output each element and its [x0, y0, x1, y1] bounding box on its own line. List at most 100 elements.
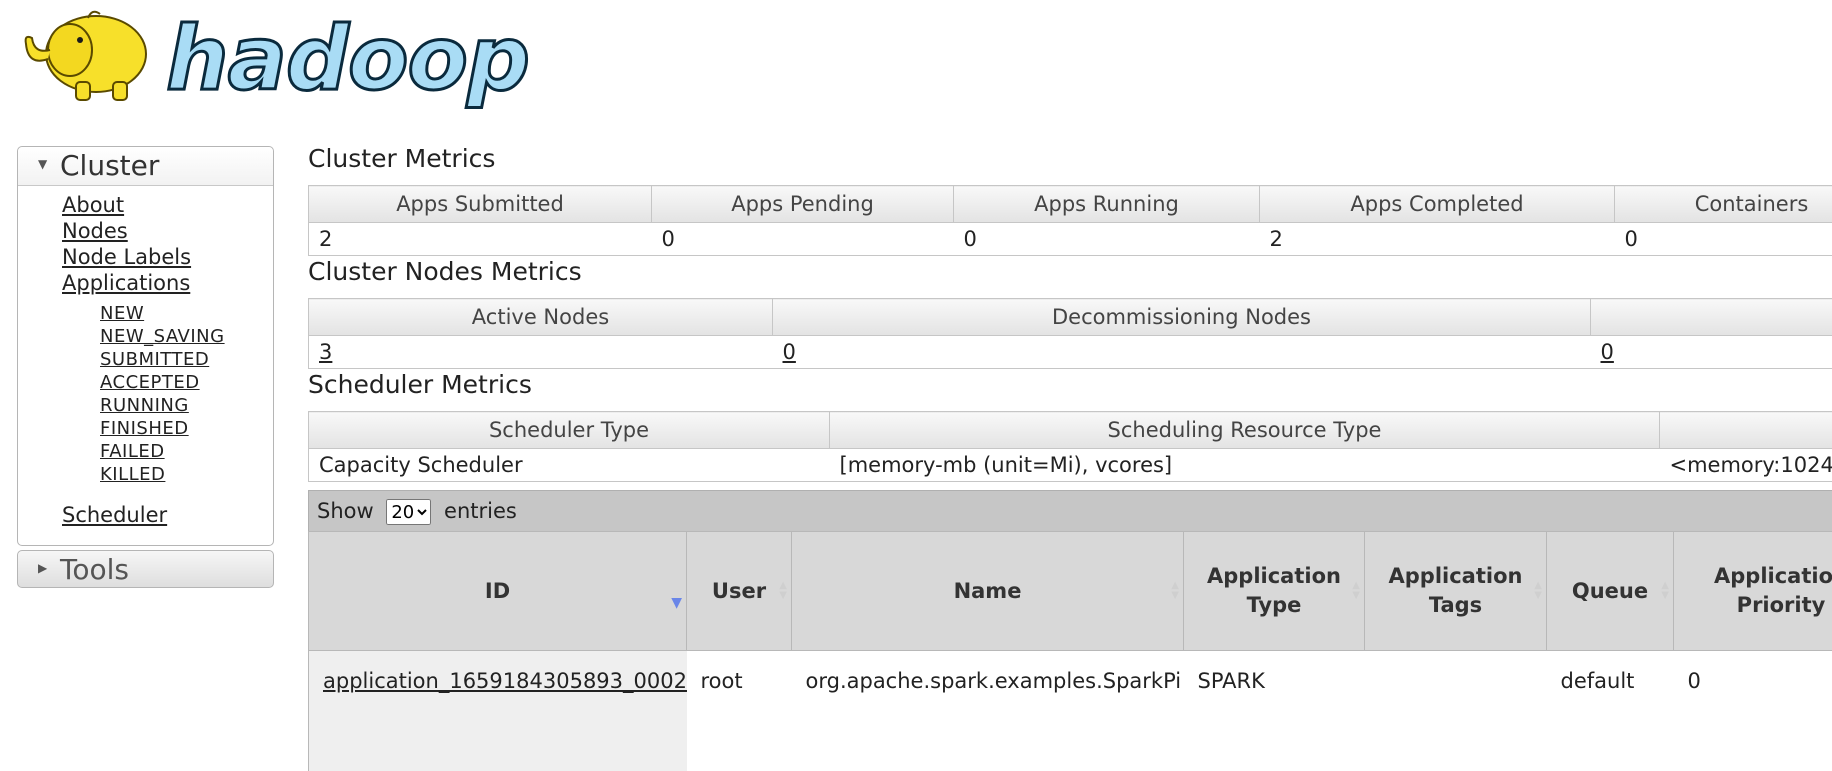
cell-id[interactable]: application_1659184305893_0002: [309, 651, 687, 712]
nav-state-failed-text[interactable]: FAILED: [100, 441, 165, 462]
column-header-name[interactable]: Name ▲▼: [792, 532, 1184, 651]
scheduler-metrics-title: Scheduler Metrics: [308, 370, 532, 399]
nav-link-about[interactable]: About: [62, 193, 124, 217]
nav-state-killed[interactable]: KILLED: [100, 464, 165, 485]
nav-state-new-saving-text[interactable]: NEW_SAVING: [100, 326, 225, 347]
column-name-label: Name: [954, 579, 1022, 603]
nav-link-scheduler-text[interactable]: Scheduler: [62, 503, 167, 527]
table-row-continuation: [309, 711, 1832, 771]
active-nodes-link[interactable]: 3: [319, 340, 332, 364]
entries-per-page-select[interactable]: 20: [386, 499, 431, 525]
cell-queue: default: [1547, 651, 1674, 712]
column-priority-label: Application Priority: [1714, 564, 1832, 617]
nodes-metrics-header-row: Active Nodes Decommissioning Nodes: [309, 299, 1832, 336]
nav-link-nodes[interactable]: Nodes: [62, 219, 128, 243]
nav-state-submitted[interactable]: SUBMITTED: [100, 349, 209, 370]
nav-link-nodes-text[interactable]: Nodes: [62, 219, 128, 243]
column-header-application-type[interactable]: Application Type ▲▼: [1184, 532, 1365, 651]
nav-state-new-text[interactable]: NEW: [100, 303, 144, 324]
sort-icon: ▲▼: [1352, 581, 1360, 601]
show-label: Show: [317, 499, 374, 523]
column-queue-label: Queue: [1572, 579, 1648, 603]
nav-link-applications[interactable]: Applications: [62, 271, 190, 295]
sort-icon: ▲▼: [1661, 581, 1669, 601]
cell-empty: [1547, 711, 1674, 771]
cell-type: SPARK: [1184, 651, 1365, 712]
nav-link-scheduler[interactable]: Scheduler: [62, 503, 167, 527]
value-active-nodes[interactable]: 3: [309, 336, 773, 369]
application-id-link[interactable]: application_1659184305893_0002: [323, 669, 687, 693]
nav-state-running[interactable]: RUNNING: [100, 395, 189, 416]
value-apps-completed: 2: [1260, 223, 1615, 256]
value-nodes-extra[interactable]: 0: [1591, 336, 1832, 369]
header-scheduler-type: Scheduler Type: [309, 412, 830, 449]
cluster-nav-header[interactable]: ▼Cluster: [18, 147, 273, 186]
elephant-icon: [18, 4, 168, 104]
nav-state-failed[interactable]: FAILED: [100, 441, 165, 462]
nav-state-submitted-text[interactable]: SUBMITTED: [100, 349, 209, 370]
nodes-extra-link[interactable]: 0: [1601, 340, 1614, 364]
entries-label: entries: [444, 499, 517, 523]
value-decommissioning-nodes[interactable]: 0: [773, 336, 1591, 369]
caret-right-icon: ▶: [38, 549, 60, 587]
value-apps-pending: 0: [652, 223, 954, 256]
header-apps-submitted: Apps Submitted: [309, 186, 652, 223]
cell-id-continuation: [309, 711, 687, 771]
nav-state-finished-text[interactable]: FINISHED: [100, 418, 189, 439]
value-apps-submitted: 2: [309, 223, 652, 256]
sort-icon: ▲▼: [1171, 581, 1179, 601]
table-row: application_1659184305893_0002 root org.…: [309, 651, 1832, 712]
column-header-user[interactable]: User▲▼: [687, 532, 792, 651]
column-header-application-priority[interactable]: Application Priority: [1674, 532, 1832, 651]
value-scheduling-resource-type: [memory-mb (unit=Mi), vcores]: [830, 449, 1660, 482]
cell-name: org.apache.spark.examples.SparkPi: [792, 651, 1184, 712]
cell-empty: [792, 711, 1184, 771]
cell-user: root: [687, 651, 792, 712]
value-apps-running: 0: [954, 223, 1260, 256]
sort-icon: ▲▼: [1534, 581, 1542, 601]
cell-tags: [1365, 651, 1547, 712]
cluster-metrics-table: Apps Submitted Apps Pending Apps Running…: [308, 185, 1832, 256]
column-user-label: User: [712, 579, 766, 603]
nav-state-running-text[interactable]: RUNNING: [100, 395, 189, 416]
value-containers: 0: [1615, 223, 1832, 256]
applications-header-row: ID▼ User▲▼ Name▲▼ Application Type▲▼ App…: [309, 532, 1832, 651]
scheduler-metrics-table: Scheduler Type Scheduling Resource Type …: [308, 411, 1832, 482]
nav-state-new-saving[interactable]: NEW_SAVING: [100, 326, 225, 347]
column-header-queue[interactable]: Queue ▲▼: [1547, 532, 1674, 651]
header-containers: Containers: [1615, 186, 1832, 223]
header-active-nodes: Active Nodes: [309, 299, 773, 336]
nav-state-accepted-text[interactable]: ACCEPTED: [100, 372, 200, 393]
header-nodes-extra: [1591, 299, 1832, 336]
nav-state-accepted[interactable]: ACCEPTED: [100, 372, 200, 393]
caret-down-icon: ▼: [38, 145, 60, 183]
nav-link-applications-text[interactable]: Applications: [62, 271, 190, 295]
nav-state-killed-text[interactable]: KILLED: [100, 464, 165, 485]
column-tags-label: Application Tags: [1389, 564, 1523, 617]
column-id-label: ID: [485, 579, 510, 603]
nav-link-node-labels[interactable]: Node Labels: [62, 245, 191, 269]
tools-nav-panel[interactable]: ▶Tools: [17, 550, 274, 588]
nav-state-finished[interactable]: FINISHED: [100, 418, 189, 439]
applications-table: ID▼ User▲▼ Name▲▼ Application Type▲▼ App…: [308, 531, 1832, 771]
cluster-metrics-title: Cluster Metrics: [308, 144, 495, 173]
cluster-nodes-metrics-title: Cluster Nodes Metrics: [308, 257, 582, 286]
tools-nav-title: Tools: [60, 553, 129, 586]
header-apps-completed: Apps Completed: [1260, 186, 1615, 223]
cell-empty: [687, 711, 792, 771]
column-header-id[interactable]: ID▼: [309, 532, 687, 651]
header-apps-running: Apps Running: [954, 186, 1260, 223]
column-header-application-tags[interactable]: Application Tags ▲▼: [1365, 532, 1547, 651]
header-decommissioning-nodes: Decommissioning Nodes: [773, 299, 1591, 336]
nav-state-new[interactable]: NEW: [100, 303, 144, 324]
applications-toolbar: Show 20 entries: [308, 490, 1832, 531]
decommissioning-nodes-link[interactable]: 0: [783, 340, 796, 364]
column-type-label: Application Type: [1207, 564, 1341, 617]
tools-nav-header[interactable]: ▶Tools: [18, 551, 273, 589]
nav-link-about-text[interactable]: About: [62, 193, 124, 217]
hadoop-logo: hadoop: [18, 4, 468, 114]
cell-priority: 0: [1674, 651, 1832, 712]
logo-wordmark: hadoop: [166, 4, 529, 114]
nav-link-node-labels-text[interactable]: Node Labels: [62, 245, 191, 269]
cluster-metrics-value-row: 2 0 0 2 0: [309, 223, 1832, 256]
